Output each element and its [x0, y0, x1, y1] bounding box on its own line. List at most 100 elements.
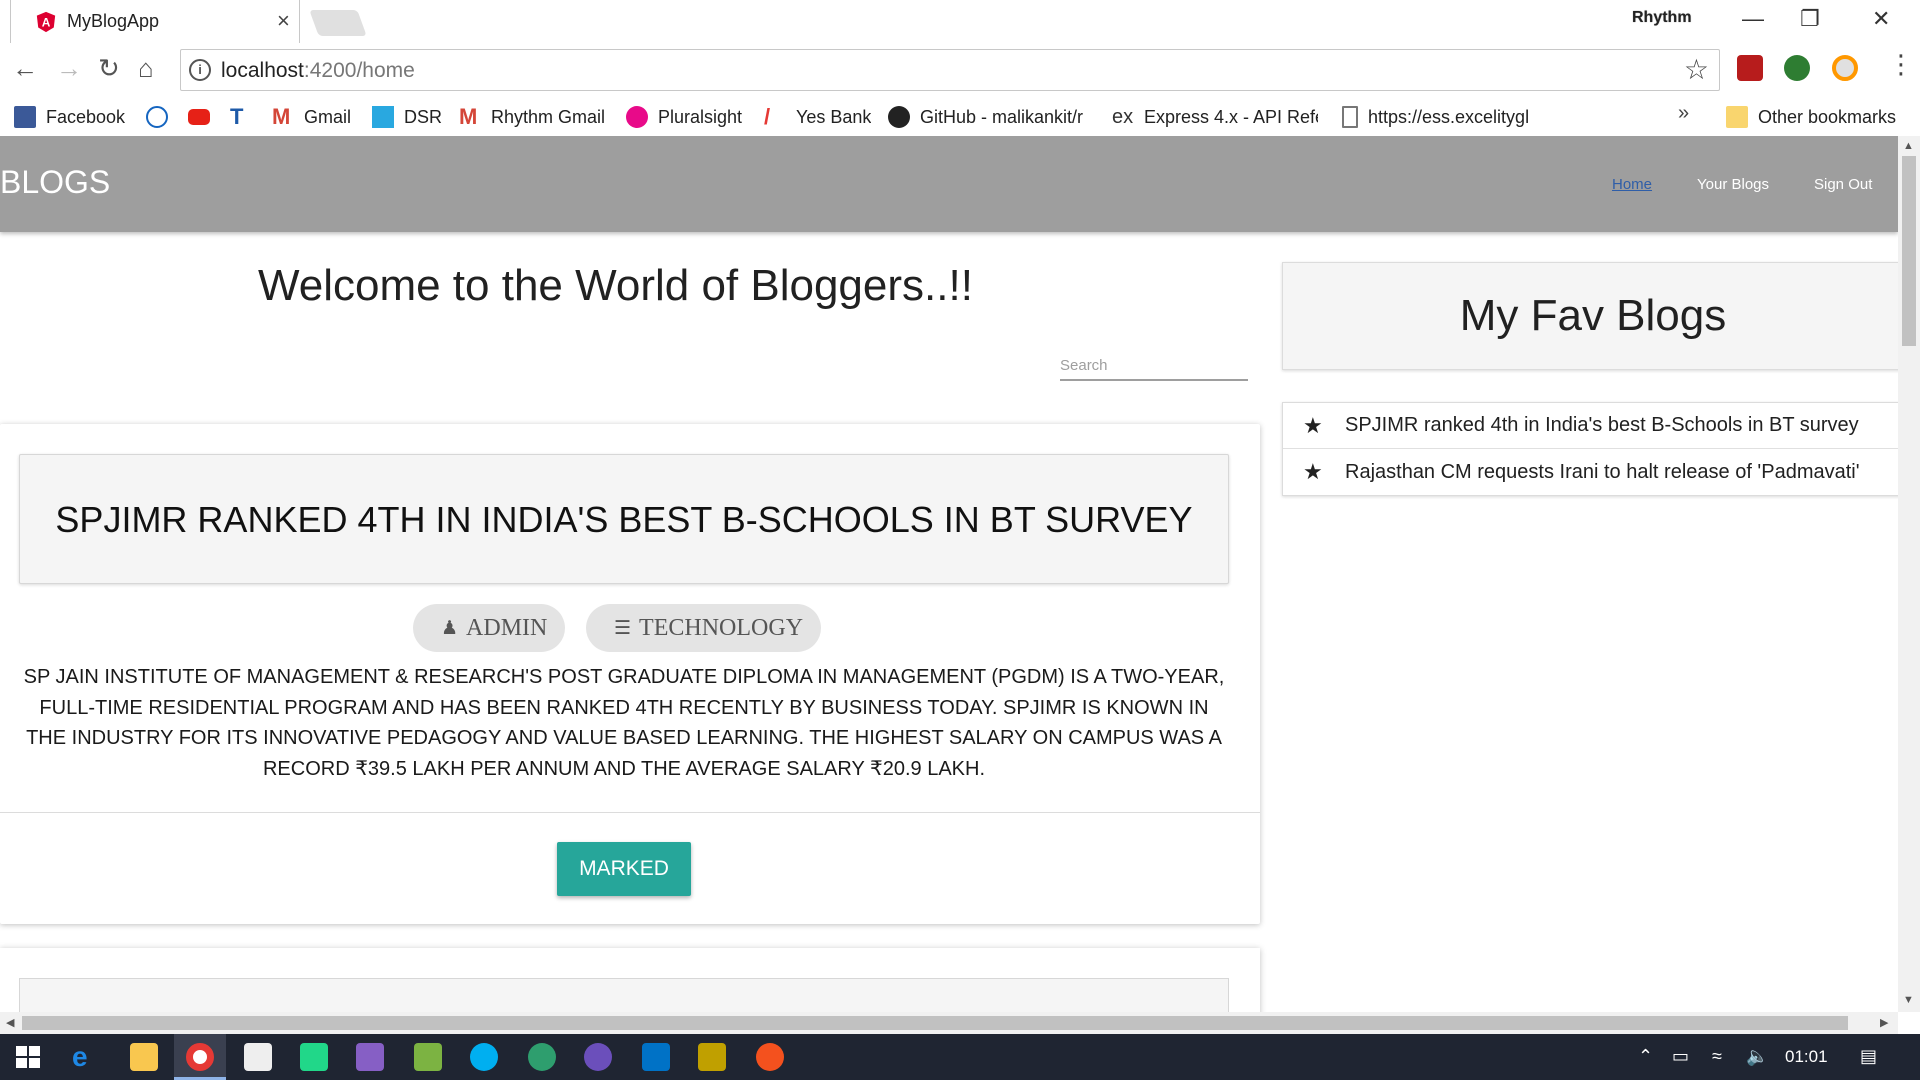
chrome-menu-icon[interactable]: ⋮ [1888, 49, 1914, 80]
battery-icon[interactable]: ▭ [1672, 1046, 1689, 1067]
blog-post-card: SPJIMR RANKED 4TH IN INDIA'S BEST B-SCHO… [0, 424, 1260, 924]
circle-logo-icon [146, 106, 168, 128]
profile-name[interactable]: Rhythm [1632, 9, 1692, 27]
app-icon[interactable] [584, 1043, 612, 1071]
github-icon [888, 106, 910, 128]
grammarly-extension-icon[interactable] [1784, 55, 1810, 81]
url-text[interactable]: localhost:4200/home [221, 59, 415, 83]
forward-icon[interactable]: → [56, 53, 82, 84]
bookmark-logo[interactable] [146, 103, 178, 131]
bookmark-youtube[interactable] [188, 103, 220, 131]
tab-close-icon[interactable]: × [277, 8, 290, 34]
tab-title: MyBlogApp [67, 11, 160, 31]
wifi-icon[interactable]: ≈ [1712, 1046, 1722, 1067]
blog-post-card [0, 948, 1260, 1012]
edge-icon[interactable]: e [72, 1043, 100, 1071]
dsr-icon [372, 106, 394, 128]
chrome-icon[interactable] [186, 1043, 214, 1071]
vertical-scrollbar[interactable]: ▲ ▼ [1898, 136, 1920, 1012]
bookmark-tz[interactable]: T [230, 103, 262, 131]
brand-logo[interactable]: BLOGS [0, 164, 110, 201]
author-chip[interactable]: ♟ ADMIN [413, 604, 566, 652]
bookmarks-bar: Facebook T M Gmail DSR M Rhythm Gmail Pl… [0, 98, 1920, 136]
fav-blog-item[interactable]: ★ SPJIMR ranked 4th in India's best B-Sc… [1283, 403, 1898, 449]
notepad-icon[interactable] [414, 1043, 442, 1071]
bookmark-yes-bank[interactable]: / Yes Bank [764, 103, 871, 131]
fav-blog-item[interactable]: ★ Rajasthan CM requests Irani to halt re… [1283, 449, 1898, 495]
scroll-right-icon[interactable]: ▶ [1880, 1016, 1888, 1029]
postman-icon[interactable] [756, 1043, 784, 1071]
horizontal-scroll-thumb[interactable] [22, 1016, 1848, 1030]
network-app-icon[interactable] [528, 1043, 556, 1071]
restore-icon[interactable]: ❐ [1800, 6, 1820, 32]
vertical-scroll-thumb[interactable] [1902, 156, 1916, 346]
bookmark-label: DSR [404, 106, 443, 127]
windows-start-icon[interactable] [14, 1043, 42, 1071]
reload-icon[interactable]: ↻ [98, 53, 120, 84]
notifications-icon[interactable]: ▤ [1860, 1046, 1877, 1067]
scroll-left-icon[interactable]: ◀ [6, 1016, 14, 1029]
horizontal-scrollbar[interactable]: ◀ ▶ [0, 1012, 1898, 1034]
bookmark-label: Gmail [304, 106, 352, 127]
bookmark-label: Rhythm Gmail [491, 106, 606, 127]
fav-blogs-title: My Fav Blogs [1459, 291, 1727, 340]
browser-tab-strip: A MyBlogApp × Rhythm — ❐ ✕ [0, 0, 1920, 43]
bookmark-excelity[interactable]: https://ess.excelitygl [1342, 103, 1546, 131]
bookmark-rhythm-gmail[interactable]: M Rhythm Gmail [459, 103, 605, 131]
post-body: SP JAIN INSTITUTE OF MANAGEMENT & RESEAR… [23, 666, 1225, 780]
other-bookmarks[interactable]: Other bookmarks [1726, 103, 1896, 131]
web-page: BLOGS Home Your Blogs Sign Out Welcome t… [0, 136, 1898, 1012]
browser-tab[interactable]: A MyBlogApp × [10, 0, 300, 43]
file-explorer-icon[interactable] [130, 1043, 158, 1071]
volume-icon[interactable]: 🔈 [1746, 1046, 1768, 1067]
post-title-box: SPJIMR RANKED 4TH IN INDIA'S BEST B-SCHO… [19, 454, 1229, 584]
bookmark-label: https://ess.excelitygl [1368, 106, 1530, 127]
info-icon[interactable]: i [189, 59, 211, 81]
scroll-down-icon[interactable]: ▼ [1903, 994, 1914, 1006]
nav-link-your-blogs[interactable]: Your Blogs [1697, 176, 1769, 193]
express-icon: ex [1112, 106, 1134, 128]
bookmark-express[interactable]: ex Express 4.x - API Refe [1112, 103, 1318, 131]
bookmark-label: Yes Bank [796, 106, 872, 127]
search-input[interactable] [1060, 351, 1248, 381]
acrobat-extension-icon[interactable] [1737, 55, 1763, 81]
nav-link-sign-out[interactable]: Sign Out [1814, 176, 1872, 193]
marked-button[interactable]: MARKED [557, 842, 691, 896]
bookmark-star-icon[interactable]: ☆ [1684, 53, 1709, 86]
address-bar[interactable]: i localhost:4200/home ☆ [180, 49, 1720, 91]
list-icon: ☰ [614, 617, 632, 639]
bookmark-pluralsight[interactable]: Pluralsight [626, 103, 742, 131]
folder-icon [1726, 106, 1748, 128]
close-window-icon[interactable]: ✕ [1872, 6, 1890, 32]
category-chip[interactable]: ☰ TECHNOLOGY [586, 604, 822, 652]
nav-link-home[interactable]: Home [1612, 176, 1652, 193]
clock[interactable]: 01:01 [1785, 1047, 1828, 1067]
minimize-icon[interactable]: — [1742, 6, 1764, 32]
mail-icon[interactable] [244, 1043, 272, 1071]
skype-icon[interactable] [470, 1043, 498, 1071]
tray-expand-icon[interactable]: ⌃ [1638, 1046, 1653, 1067]
bookmark-dsr[interactable]: DSR [372, 103, 442, 131]
tools-icon[interactable] [698, 1043, 726, 1071]
back-icon[interactable]: ← [12, 53, 38, 84]
bookmark-github[interactable]: GitHub - malikankit/r [888, 103, 1098, 131]
site-navbar: BLOGS Home Your Blogs Sign Out [0, 136, 1898, 232]
home-icon[interactable]: ⌂ [138, 53, 154, 84]
angular-icon: A [36, 11, 56, 33]
author-label: ADMIN [466, 614, 548, 641]
bookmarks-overflow-icon[interactable]: » [1678, 102, 1689, 125]
bookmark-facebook[interactable]: Facebook [14, 103, 125, 131]
scroll-up-icon[interactable]: ▲ [1903, 140, 1914, 152]
chrome-extension-icon[interactable] [1832, 55, 1858, 81]
windows-taskbar: e ⌃ ▭ ≈ 🔈 01:01 ▤ [0, 1034, 1920, 1080]
outlook-icon[interactable] [642, 1043, 670, 1071]
visual-studio-icon[interactable] [356, 1043, 384, 1071]
bookmark-label: Facebook [46, 106, 126, 127]
new-tab-button[interactable] [309, 10, 367, 36]
facebook-icon [14, 106, 36, 128]
bookmark-gmail[interactable]: M Gmail [272, 103, 351, 131]
star-icon: ★ [1303, 459, 1323, 484]
webstorm-icon[interactable] [300, 1043, 328, 1071]
bookmark-label: GitHub - malikankit/r [920, 106, 1084, 127]
bookmark-label: Pluralsight [658, 106, 743, 127]
